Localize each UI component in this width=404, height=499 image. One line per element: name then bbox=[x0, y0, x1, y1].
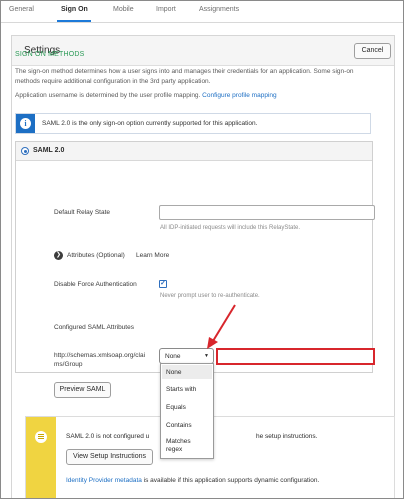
tab-sign-on[interactable]: Sign On bbox=[61, 6, 88, 13]
list-icon bbox=[35, 431, 47, 443]
relay-state-label: Default Relay State bbox=[54, 209, 111, 216]
dropdown-option-none[interactable]: None bbox=[166, 369, 182, 377]
attribute-name-line1: http://schemas.xmlsoap.org/clai bbox=[54, 352, 146, 359]
tab-mobile[interactable]: Mobile bbox=[113, 6, 134, 13]
tab-assignments[interactable]: Assignments bbox=[199, 6, 239, 13]
warning-footer-text: is available if this application support… bbox=[141, 477, 320, 484]
info-banner-side: i bbox=[16, 114, 35, 133]
preview-saml-button[interactable]: Preview SAML bbox=[54, 382, 111, 398]
username-text: Application username is determined by th… bbox=[15, 92, 201, 99]
attributes-label: Attributes (Optional) bbox=[67, 252, 125, 259]
configure-profile-mapping-link[interactable]: Configure profile mapping bbox=[202, 92, 276, 99]
info-banner: i SAML 2.0 is the only sign-on option cu… bbox=[15, 113, 371, 134]
disable-force-auth-hint: Never prompt user to re-authenticate. bbox=[160, 293, 260, 299]
dropdown-option-contains[interactable]: Contains bbox=[166, 422, 192, 430]
disable-force-auth-label: Disable Force Authentication bbox=[54, 281, 137, 288]
view-setup-instructions-button[interactable]: View Setup Instructions bbox=[66, 449, 153, 465]
attribute-filter-value: None bbox=[165, 353, 181, 360]
warning-footer: Identity Provider metadata is available … bbox=[66, 477, 319, 484]
info-banner-text: SAML 2.0 is the only sign-on option curr… bbox=[42, 120, 258, 127]
relay-state-input[interactable] bbox=[159, 205, 375, 220]
dropdown-option-starts-with[interactable]: Starts with bbox=[166, 386, 196, 394]
disable-force-auth-checkbox[interactable]: ✓ bbox=[159, 280, 167, 288]
attribute-name-line2: ms/Group bbox=[54, 361, 83, 368]
warning-banner-side bbox=[26, 417, 56, 498]
saml-radio-button[interactable] bbox=[21, 147, 29, 155]
saml-option-header: SAML 2.0 bbox=[16, 142, 372, 161]
chevron-right-icon[interactable]: ❯ bbox=[54, 251, 63, 260]
username-description: Application username is determined by th… bbox=[15, 92, 277, 99]
tab-general[interactable]: General bbox=[9, 6, 34, 13]
info-icon: i bbox=[20, 118, 31, 129]
warning-text-end: he setup instructions. bbox=[256, 433, 318, 440]
tab-bar: General Sign On Mobile Import Assignment… bbox=[1, 1, 403, 23]
app-frame: General Sign On Mobile Import Assignment… bbox=[0, 0, 404, 499]
dropdown-option-regex[interactable]: regex bbox=[166, 446, 182, 454]
section-heading: SIGN ON METHODS bbox=[15, 51, 85, 58]
configured-attributes-label: Configured SAML Attributes bbox=[54, 324, 134, 331]
arrow-annotation-icon bbox=[207, 304, 236, 349]
dropdown-option-equals[interactable]: Equals bbox=[166, 404, 186, 412]
saml-option-label: SAML 2.0 bbox=[33, 147, 65, 154]
attribute-filter-dropdown: None Starts with Equals Contains Matches… bbox=[160, 363, 214, 459]
active-tab-indicator bbox=[57, 20, 91, 22]
dropdown-option-matches[interactable]: Matches bbox=[166, 438, 191, 446]
attribute-value-input[interactable] bbox=[216, 348, 375, 365]
relay-state-hint: All IDP-initiated requests will include … bbox=[160, 225, 301, 231]
cancel-button[interactable]: Cancel bbox=[354, 43, 391, 59]
idp-metadata-link[interactable]: Identity Provider metadata bbox=[66, 477, 142, 484]
warning-text-start: SAML 2.0 is not configured u bbox=[66, 433, 150, 440]
sign-on-description: The sign-on method determines how a user… bbox=[15, 68, 354, 85]
chevron-down-icon: ▼ bbox=[204, 353, 209, 359]
tab-import[interactable]: Import bbox=[156, 6, 176, 13]
learn-more-link[interactable]: Learn More bbox=[136, 252, 169, 259]
